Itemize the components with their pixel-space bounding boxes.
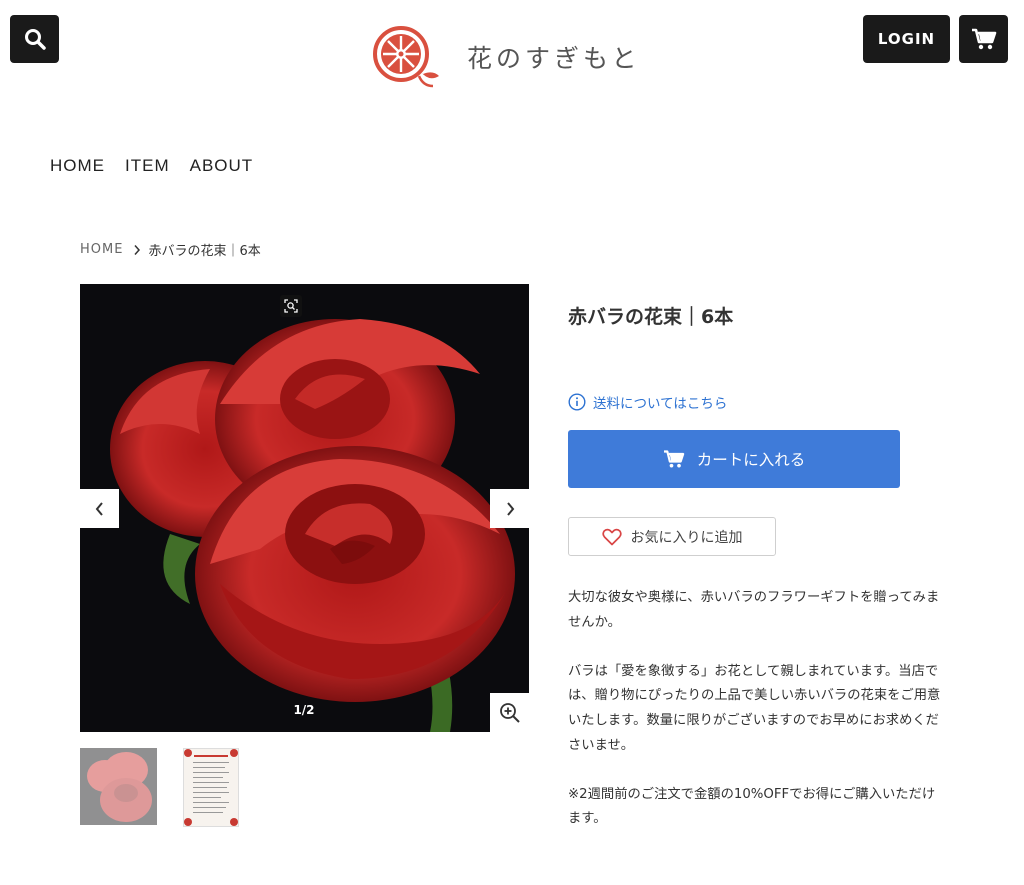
zoom-button[interactable]: [490, 693, 529, 732]
chevron-right-icon: [506, 501, 514, 516]
description-paragraph: バラは「愛を象徴する」お花として親しまれています。当店では、贈り物にぴったりの上…: [568, 663, 941, 753]
shipping-info-link[interactable]: 送料についてはこちら: [568, 392, 727, 412]
description-paragraph: 大切な彼女や奥様に、赤いバラのフラワーギフトを贈ってみませんか。: [568, 590, 940, 630]
nav-item-item[interactable]: ITEM: [125, 156, 170, 176]
main-nav: HOME ITEM ABOUT: [50, 156, 253, 176]
info-icon: [568, 393, 586, 411]
gallery-counter: 1/2: [293, 703, 315, 717]
cart-icon: [663, 450, 684, 468]
cart-button[interactable]: [959, 15, 1008, 63]
product-title: 赤バラの花束｜6本: [568, 306, 734, 328]
zoom-in-icon: [499, 702, 520, 723]
product-description: 大切な彼女や奥様に、赤いバラのフラワーギフトを贈ってみませんか。 バラは「愛を象…: [568, 586, 943, 857]
gallery-prev-button[interactable]: [80, 489, 119, 528]
search-button[interactable]: [10, 15, 59, 63]
shipping-info-label: 送料についてはこちら: [593, 396, 728, 412]
logo-text: 花のすぎもと: [467, 44, 641, 73]
add-to-favorites-label: お気に入りに追加: [630, 529, 743, 546]
image-search-icon[interactable]: [280, 295, 302, 317]
search-icon: [24, 29, 46, 50]
flower-logo-icon: [373, 26, 439, 88]
chevron-left-icon: [95, 501, 103, 516]
login-button[interactable]: LOGIN: [863, 15, 950, 63]
breadcrumb-current: 赤バラの花束｜6本: [148, 244, 261, 259]
nav-item-home[interactable]: HOME: [50, 156, 105, 176]
gallery-next-button[interactable]: [490, 489, 529, 528]
breadcrumb: HOME 赤バラの花束｜6本: [80, 240, 261, 259]
heart-icon: [601, 528, 622, 545]
thumbnail-roses[interactable]: [80, 748, 157, 825]
nav-item-about[interactable]: ABOUT: [190, 156, 254, 176]
cart-icon: [971, 28, 996, 50]
site-logo[interactable]: 花のすぎもと: [371, 24, 641, 88]
add-to-cart-label: カートに入れる: [696, 451, 806, 469]
add-to-cart-button[interactable]: カートに入れる: [568, 430, 900, 488]
description-paragraph: ※2週間前のご注文で金額の10%OFFでお得にご購入いただけます。: [568, 786, 936, 827]
product-main-image[interactable]: [80, 284, 529, 732]
chevron-right-icon: [133, 244, 141, 256]
breadcrumb-home[interactable]: HOME: [80, 242, 123, 257]
add-to-favorites-button[interactable]: お気に入りに追加: [568, 517, 776, 556]
thumbnail-card[interactable]: [183, 748, 239, 827]
